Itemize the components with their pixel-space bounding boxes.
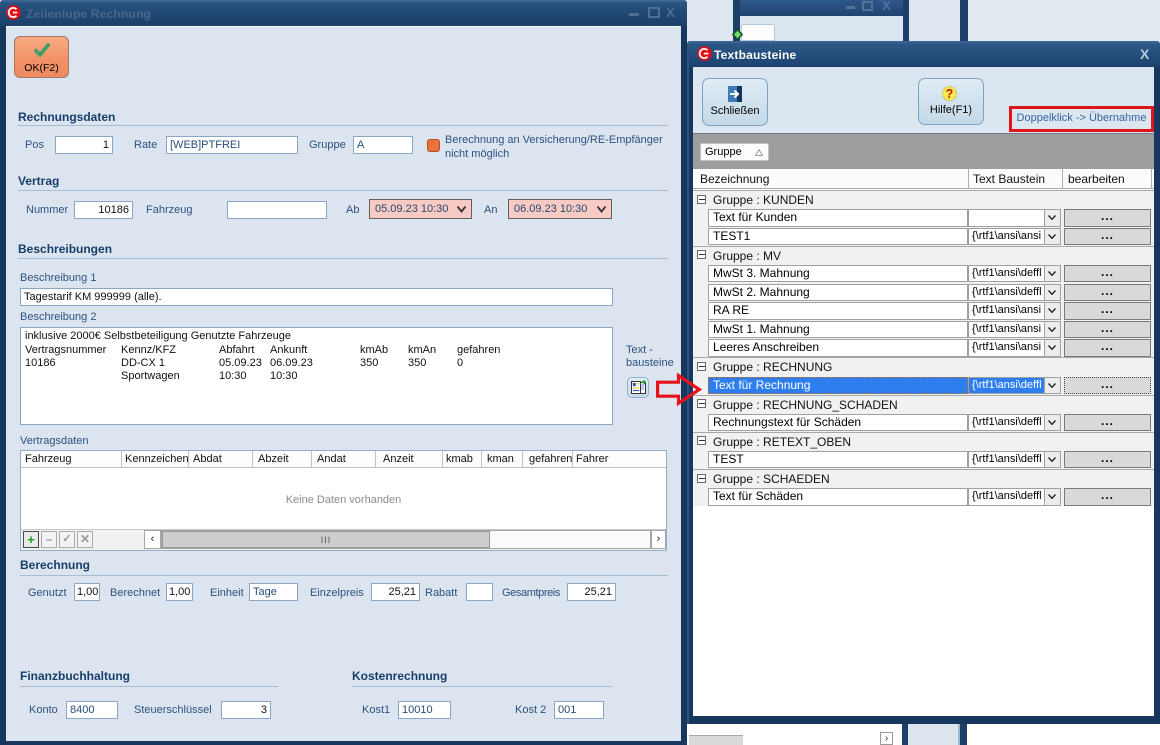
svg-text:?: ? bbox=[946, 87, 954, 101]
